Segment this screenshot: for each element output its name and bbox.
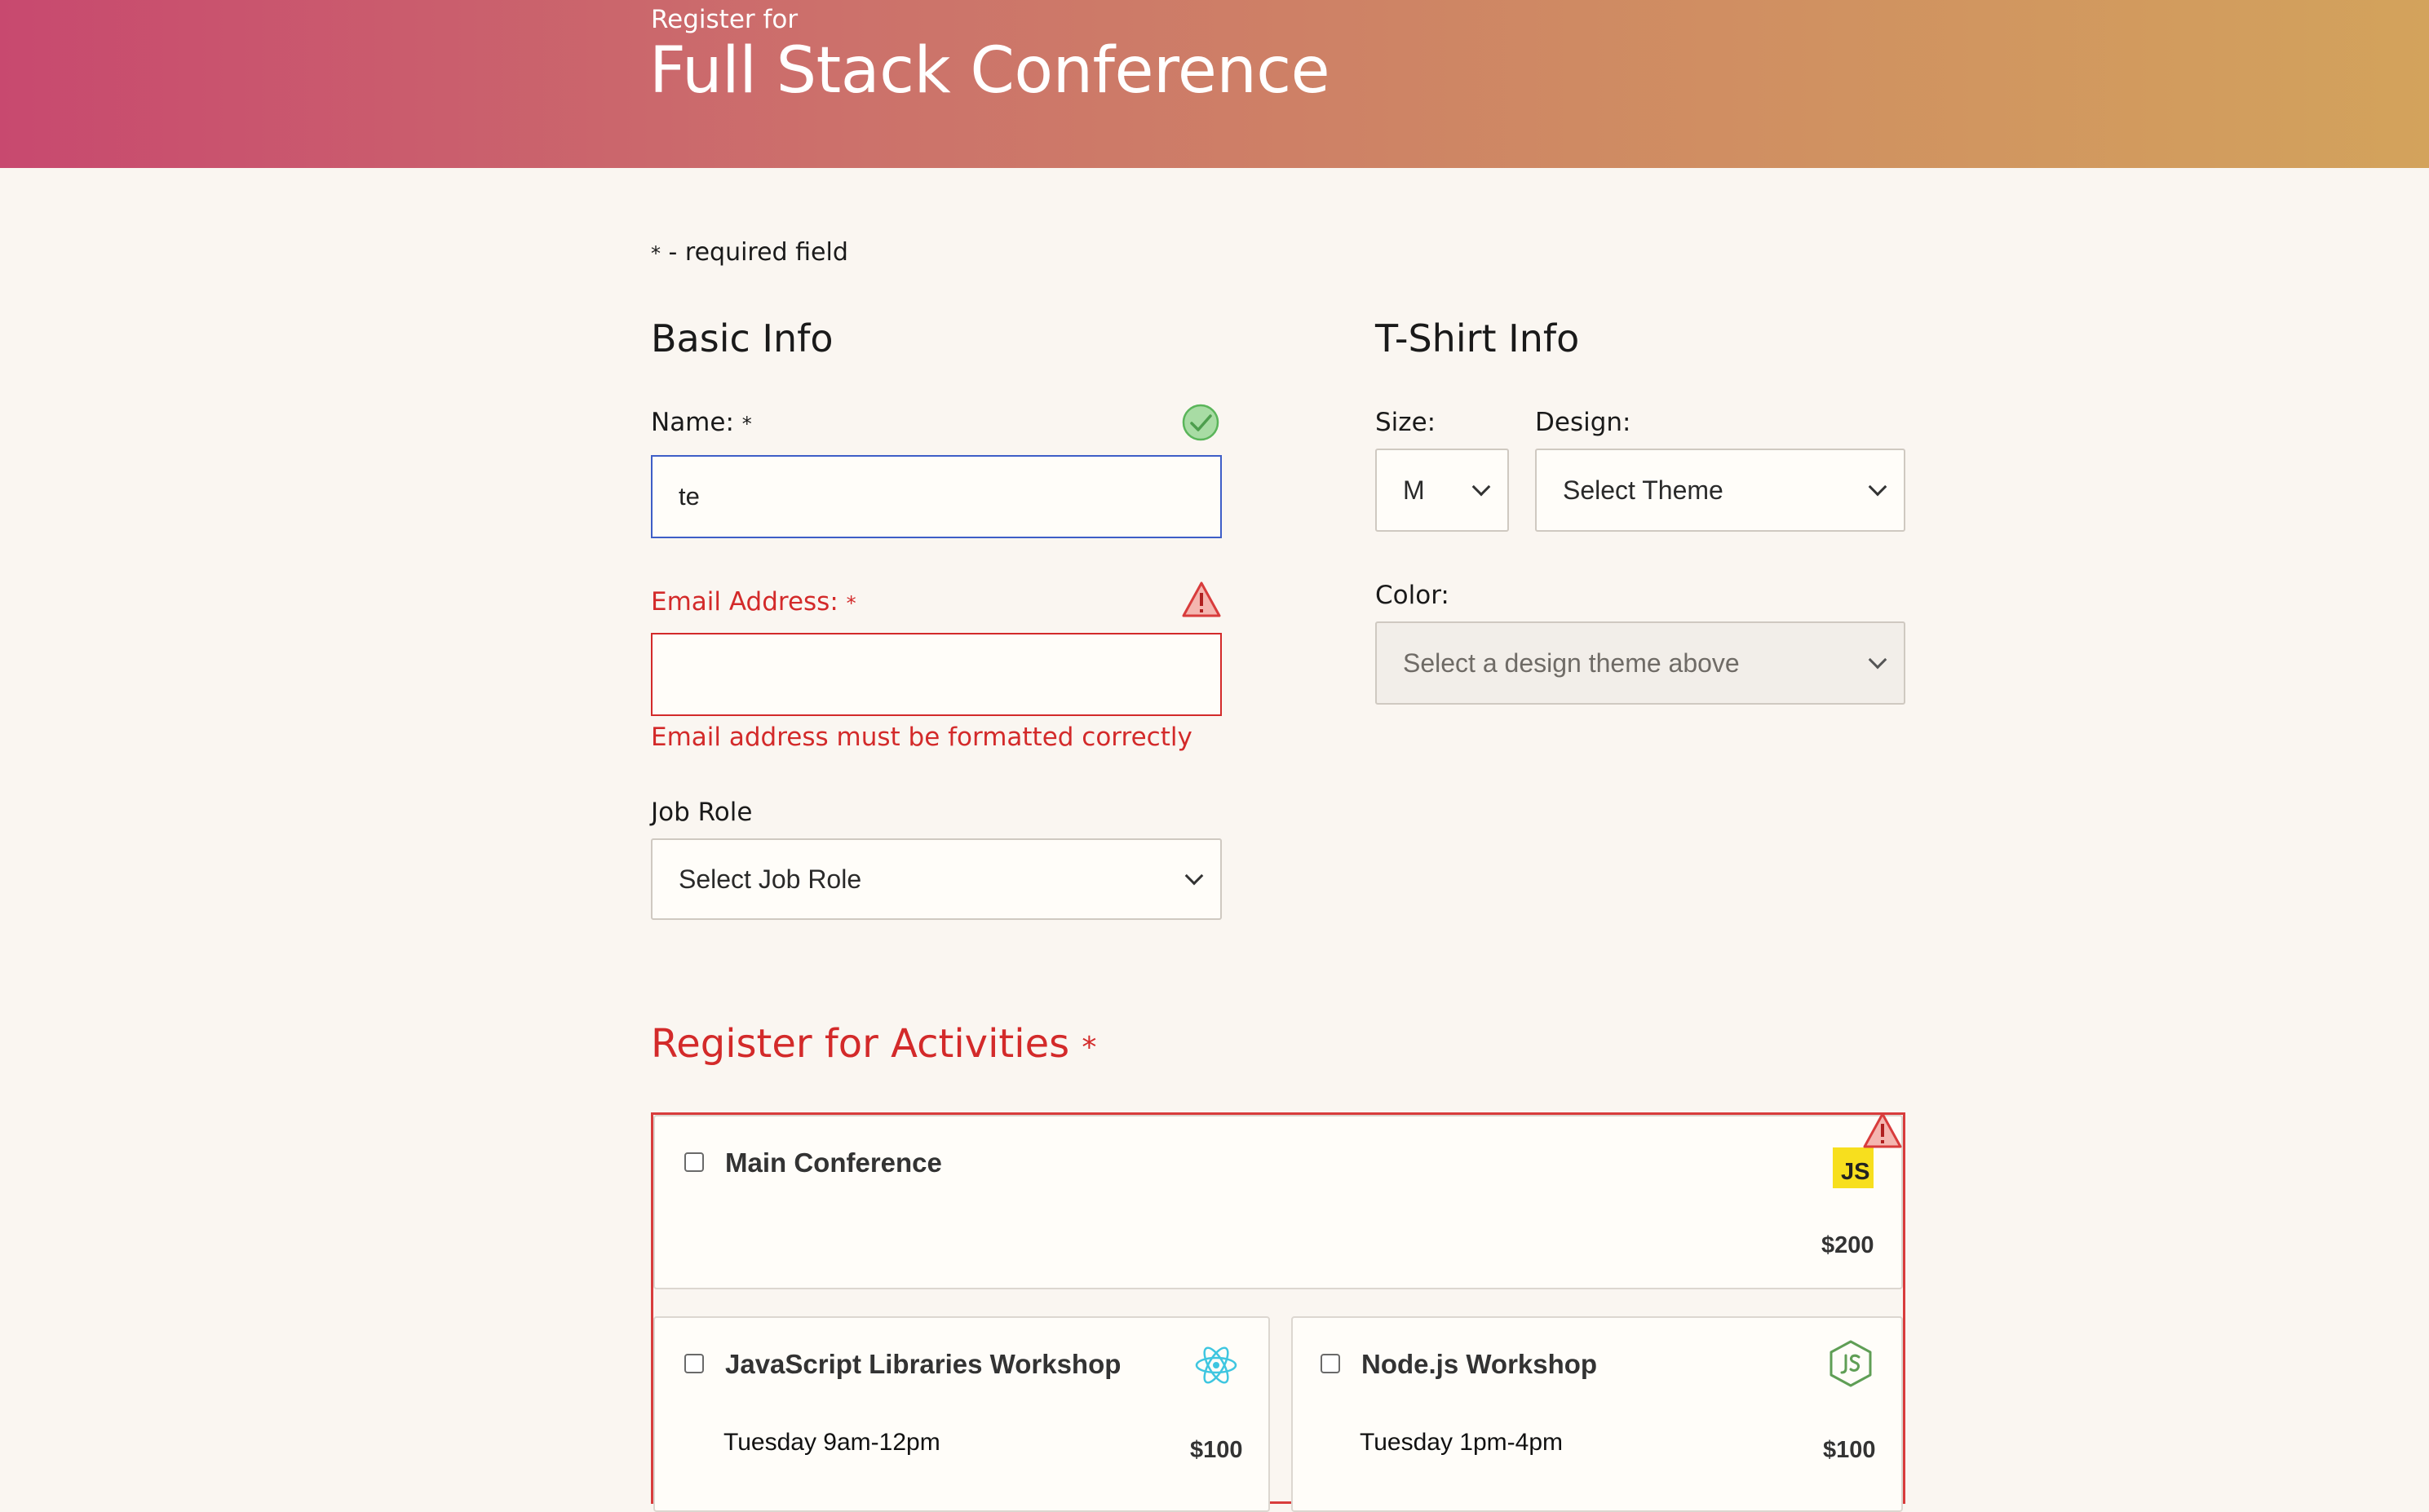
activities-heading: Register for Activities * (651, 1021, 1096, 1067)
activity-nodejs-workshop[interactable]: Node.js Workshop Tuesday 1pm-4pm $100 (1291, 1316, 1903, 1512)
js-libraries-checkbox[interactable] (684, 1354, 704, 1373)
activity-price: $100 (1823, 1437, 1876, 1463)
valid-check-icon (1182, 404, 1219, 441)
email-error-message: Email address must be formatted correctl… (651, 723, 1192, 752)
job-role-selected: Select Job Role (679, 864, 862, 894)
activities-required-star: * (1082, 1031, 1097, 1064)
email-required-star: * (846, 592, 856, 615)
email-input[interactable] (651, 633, 1222, 716)
color-label: Color: (1375, 581, 1449, 610)
javascript-icon: JS (1833, 1147, 1874, 1188)
required-field-note: * - required field (651, 238, 848, 267)
activity-time: Tuesday 1pm-4pm (1360, 1429, 1563, 1456)
activities-fieldset: Main Conference JS $200 JavaScript Libra… (651, 1112, 1905, 1512)
react-icon (1195, 1346, 1237, 1384)
chevron-down-icon (1471, 477, 1491, 497)
basic-info-heading: Basic Info (651, 316, 834, 360)
required-note-text: - required field (661, 238, 848, 267)
chevron-down-icon (1868, 477, 1887, 497)
activity-title: Node.js Workshop (1361, 1349, 1598, 1379)
name-required-star: * (741, 413, 752, 435)
activity-title: Main Conference (725, 1147, 942, 1178)
design-select[interactable]: Select Theme (1535, 449, 1905, 532)
color-selected: Select a design theme above (1403, 648, 1740, 678)
color-select: Select a design theme above (1375, 621, 1905, 705)
size-select[interactable]: M (1375, 449, 1509, 532)
activities-heading-text: Register for Activities (651, 1021, 1082, 1067)
activities-warning-icon (1863, 1112, 1902, 1148)
chevron-down-icon (1868, 650, 1887, 670)
activity-main-conference[interactable]: Main Conference JS $200 (653, 1115, 1903, 1289)
activity-price: $200 (1821, 1232, 1874, 1258)
js-badge-text: JS (1841, 1159, 1870, 1185)
design-selected: Select Theme (1563, 475, 1723, 505)
email-label-text: Email Address: (651, 587, 847, 617)
nodejs-icon (1829, 1340, 1872, 1387)
size-selected: M (1403, 475, 1425, 505)
nodejs-checkbox[interactable] (1321, 1354, 1340, 1373)
design-label: Design: (1535, 408, 1631, 437)
activity-price: $100 (1190, 1437, 1243, 1463)
page-title: Full Stack Conference (649, 34, 1330, 108)
activity-time: Tuesday 9am-12pm (723, 1429, 940, 1456)
name-input[interactable]: te (651, 455, 1222, 538)
name-label-text: Name: (651, 408, 742, 437)
chevron-down-icon (1184, 866, 1204, 886)
header-subtitle: Register for (651, 5, 799, 34)
size-label: Size: (1375, 408, 1436, 437)
page-header: Register for Full Stack Conference (0, 0, 2429, 168)
activity-js-libraries-workshop[interactable]: JavaScript Libraries Workshop Tuesday 9a… (653, 1316, 1270, 1512)
email-label: Email Address: * (651, 587, 856, 617)
tshirt-info-heading: T-Shirt Info (1375, 316, 1580, 360)
name-label: Name: * (651, 408, 752, 437)
activity-title: JavaScript Libraries Workshop (725, 1349, 1122, 1379)
job-role-label: Job Role (651, 798, 753, 827)
job-role-select[interactable]: Select Job Role (651, 838, 1222, 920)
required-star: * (651, 242, 661, 265)
warning-icon (1182, 581, 1221, 617)
main-conference-checkbox[interactable] (684, 1152, 704, 1172)
